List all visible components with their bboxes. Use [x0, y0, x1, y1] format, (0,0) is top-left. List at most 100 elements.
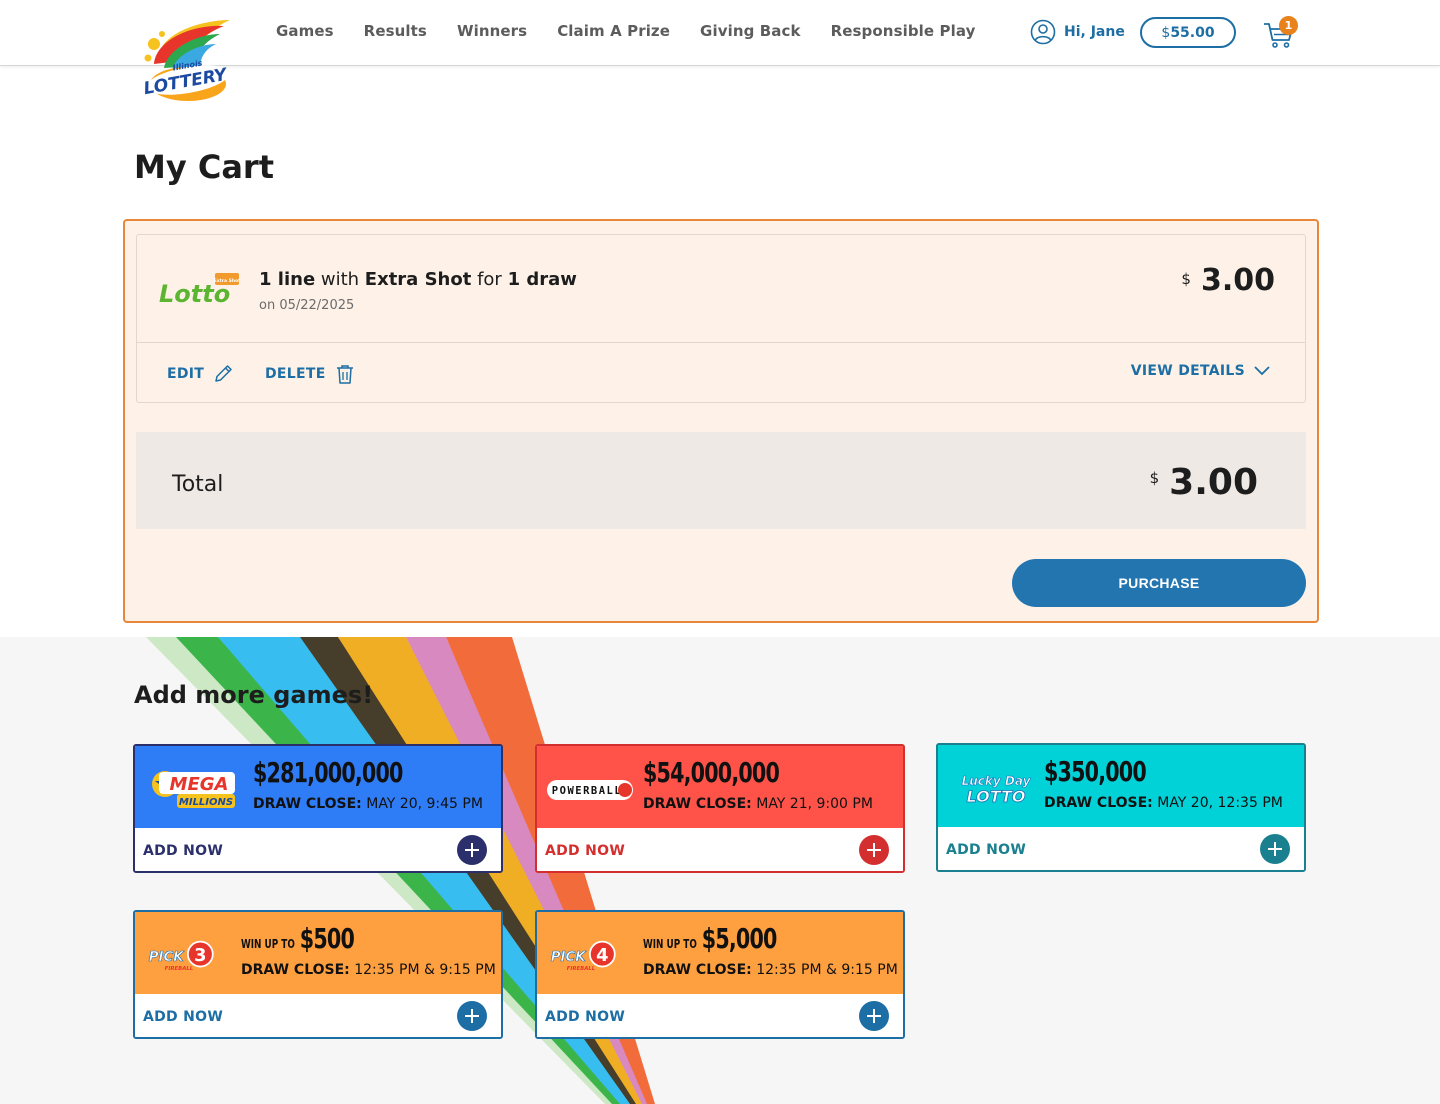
delete-button[interactable]: DELETE [265, 363, 356, 385]
chevron-down-icon [1254, 366, 1270, 376]
view-details-label: VIEW DETAILS [1130, 363, 1245, 379]
item-price: $ 3.00 [1181, 263, 1275, 298]
pick-logo-number: 3 [194, 946, 206, 966]
game-jackpot: WIN UP TO $5,000 [643, 922, 777, 955]
lotto-logo: Lotto Extra Shot [159, 273, 241, 307]
nav-claim-a-prize[interactable]: Claim A Prize [557, 22, 670, 40]
draw-close-label: DRAW CLOSE: [253, 796, 362, 812]
draw-close-time: 12:35 PM & 9:15 PM [354, 962, 496, 978]
millions-logo-text: MILLIONS [179, 797, 233, 808]
item-draw-count: 1 draw [507, 269, 577, 290]
nav-giving-back[interactable]: Giving Back [700, 22, 801, 40]
page-title: My Cart [134, 148, 274, 186]
lucky-day-lotto-logo: Lucky Day LOTTO [961, 774, 1032, 807]
balance-button[interactable]: $55.00 [1140, 17, 1236, 48]
game-card-header: POWERBALL $54,000,000 DRAW CLOSE: MAY 21… [537, 746, 903, 828]
plus-icon[interactable] [457, 1001, 487, 1031]
win-up-to-label: WIN UP TO [241, 937, 295, 951]
add-more-games-title: Add more games! [134, 681, 374, 709]
cart-item-description: 1 line with Extra Shot for 1 draw [259, 269, 577, 290]
game-draw-close: DRAW CLOSE: 12:35 PM & 9:15 PM [643, 962, 898, 978]
plus-icon[interactable] [1260, 834, 1290, 864]
draw-close-time: 12:35 PM & 9:15 PM [756, 962, 898, 978]
draw-close-label: DRAW CLOSE: [643, 796, 752, 812]
item-line-count: 1 line [259, 269, 316, 290]
powerball-logo-text: POWERBALL [552, 785, 622, 797]
game-card-header: Lucky Day LOTTO $350,000 DRAW CLOSE: MAY… [938, 745, 1304, 827]
draw-close-time: MAY 20, 9:45 PM [366, 796, 483, 812]
pick-logo-text: PICK [149, 950, 186, 965]
fireball-logo-text: FIREBALL [165, 966, 194, 972]
add-now-label[interactable]: ADD NOW [545, 1009, 625, 1025]
nav-winners[interactable]: Winners [457, 22, 527, 40]
cart-item: Lotto Extra Shot 1 line with Extra Shot … [136, 234, 1306, 403]
draw-close-label: DRAW CLOSE: [643, 962, 752, 978]
draw-close-time: MAY 20, 12:35 PM [1157, 795, 1283, 811]
game-card-footer: ADD NOW [537, 828, 903, 871]
draw-close-time: MAY 21, 9:00 PM [756, 796, 873, 812]
plus-icon[interactable] [859, 1001, 889, 1031]
game-jackpot: $54,000,000 [643, 756, 780, 789]
pick-logo-number: 4 [596, 946, 608, 966]
main-nav: Games Results Winners Claim A Prize Givi… [276, 22, 976, 40]
add-now-label[interactable]: ADD NOW [143, 843, 223, 859]
game-card-mega-millions[interactable]: MEGA MILLIONS $281,000,000 DRAW CLOSE: M… [133, 744, 503, 873]
balance-currency: $ [1161, 24, 1171, 41]
total-currency: $ [1149, 469, 1160, 487]
user-icon [1030, 19, 1056, 45]
purchase-button[interactable]: PURCHASE [1012, 559, 1306, 607]
nav-games[interactable]: Games [276, 22, 334, 40]
game-card-header: PICK 3 FIREBALL WIN UP TO $500 DRAW CLOSE… [135, 912, 501, 994]
game-jackpot-amount: $500 [299, 922, 355, 955]
item-desc-with: with [315, 269, 365, 290]
cart-item-actions: EDIT DELETE VIEW DETAILS [137, 343, 1305, 403]
game-card-header: MEGA MILLIONS $281,000,000 DRAW CLOSE: M… [135, 746, 501, 828]
game-card-footer: ADD NOW [135, 994, 501, 1037]
pencil-icon [215, 365, 232, 382]
balance-amount: 55.00 [1170, 24, 1215, 41]
game-jackpot: $281,000,000 [253, 756, 403, 789]
user-menu[interactable]: Hi, Jane [1030, 19, 1125, 45]
nav-responsible-play[interactable]: Responsible Play [831, 22, 976, 40]
plus-icon[interactable] [859, 835, 889, 865]
game-draw-close: DRAW CLOSE: 12:35 PM & 9:15 PM [241, 962, 496, 978]
game-draw-close: DRAW CLOSE: MAY 20, 12:35 PM [1044, 795, 1283, 811]
add-more-games-section: Add more games! MEGA MILLIONS $281,000,0… [0, 637, 1440, 1104]
cart-item-summary: Lotto Extra Shot 1 line with Extra Shot … [137, 235, 1305, 343]
nav-results[interactable]: Results [364, 22, 427, 40]
game-jackpot: $350,000 [1044, 755, 1147, 788]
add-now-label[interactable]: ADD NOW [143, 1009, 223, 1025]
lucky-logo-text: Lucky Day [962, 774, 1032, 788]
draw-close-label: DRAW CLOSE: [1044, 795, 1153, 811]
plus-icon[interactable] [457, 835, 487, 865]
game-jackpot-amount: $5,000 [701, 922, 778, 955]
pick-3-logo: PICK 3 FIREBALL [148, 940, 214, 972]
game-card-footer: ADD NOW [135, 828, 501, 871]
game-card-footer: ADD NOW [938, 827, 1304, 870]
game-draw-close: DRAW CLOSE: MAY 21, 9:00 PM [643, 796, 873, 812]
game-card-lucky-day-lotto[interactable]: Lucky Day LOTTO $350,000 DRAW CLOSE: MAY… [936, 743, 1306, 872]
game-card-footer: ADD NOW [537, 994, 903, 1037]
pick-4-logo: PICK 4 FIREBALL [550, 940, 616, 972]
item-addon: Extra Shot [364, 269, 472, 290]
game-card-powerball[interactable]: POWERBALL $54,000,000 DRAW CLOSE: MAY 21… [535, 744, 905, 873]
illinois-lottery-logo[interactable]: Illinois LOTTERY [140, 14, 236, 102]
cart-container: Lotto Extra Shot 1 line with Extra Shot … [123, 219, 1319, 623]
game-card-pick-4[interactable]: PICK 4 FIREBALL WIN UP TO $5,000 DRAW CLO… [535, 910, 905, 1039]
item-price-currency: $ [1181, 270, 1191, 288]
win-up-to-label: WIN UP TO [643, 937, 697, 951]
add-now-label[interactable]: ADD NOW [946, 842, 1026, 858]
user-greeting: Hi, Jane [1064, 24, 1125, 40]
edit-label: EDIT [167, 366, 205, 382]
edit-button[interactable]: EDIT [167, 363, 234, 385]
game-card-pick-3[interactable]: PICK 3 FIREBALL WIN UP TO $500 DRAW CLOSE… [133, 910, 503, 1039]
game-card-header: PICK 4 FIREBALL WIN UP TO $5,000 DRAW CLO… [537, 912, 903, 994]
view-details-button[interactable]: VIEW DETAILS [1131, 363, 1271, 379]
cart-total: Total $ 3.00 [136, 432, 1306, 529]
pick-logo-text: PICK [551, 950, 588, 965]
lucky-lotto-logo-text: LOTTO [966, 787, 1025, 806]
game-draw-close: DRAW CLOSE: MAY 20, 9:45 PM [253, 796, 483, 812]
add-now-label[interactable]: ADD NOW [545, 843, 625, 859]
lotto-logo-badge: Extra Shot [214, 278, 241, 284]
mega-logo-text: MEGA [170, 774, 229, 795]
